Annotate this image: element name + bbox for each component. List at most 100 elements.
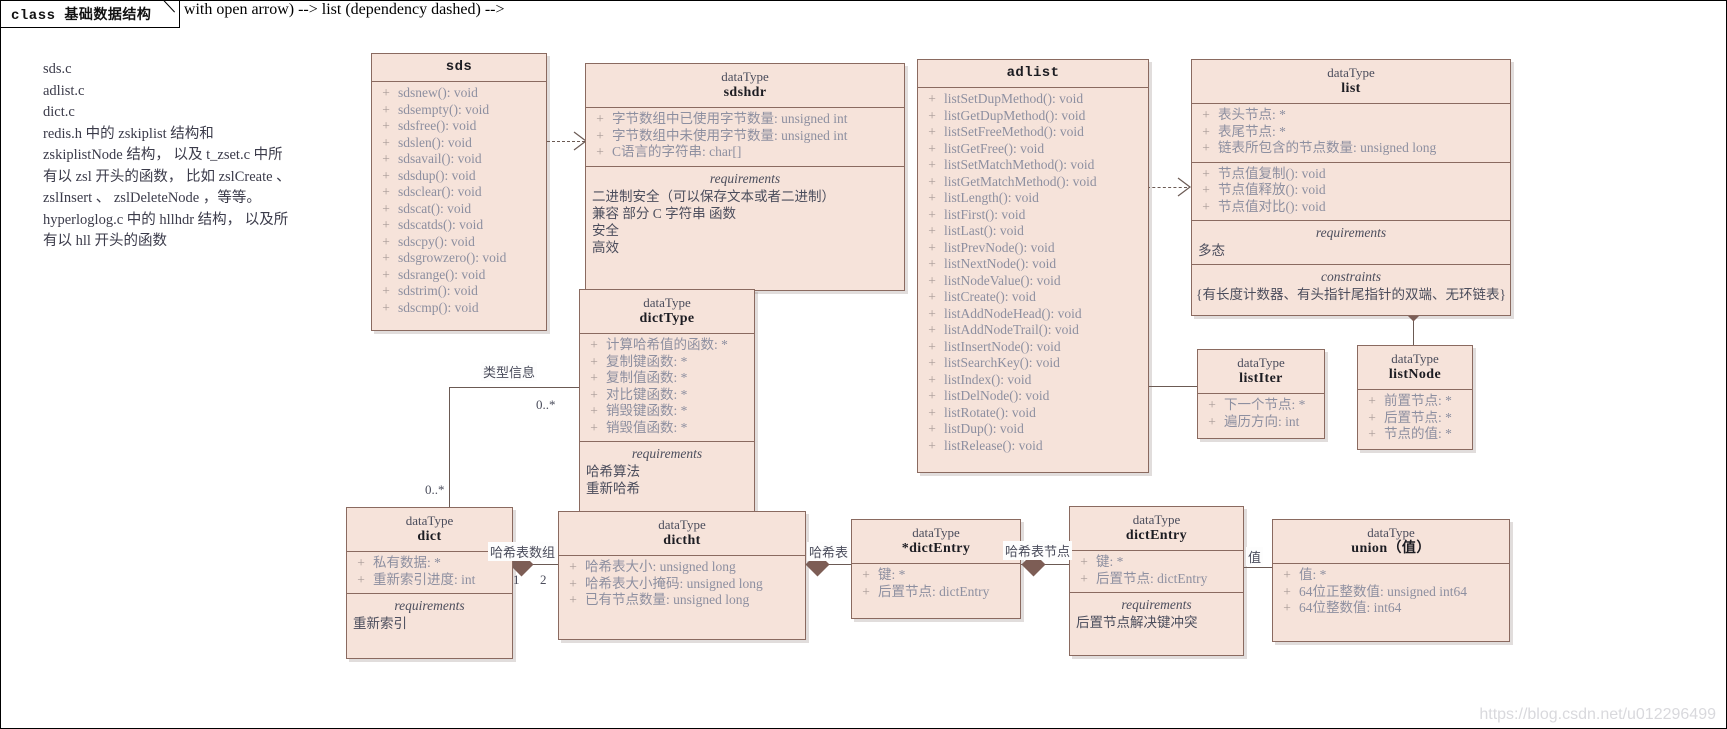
class-listiter[interactable]: dataType listIter + 下一个节点: * + 遍历方向: int xyxy=(1197,349,1325,439)
visibility-marker: + xyxy=(928,437,936,453)
class-list-header: dataType list xyxy=(1192,60,1510,104)
visibility-marker: + xyxy=(928,124,936,139)
requirement-line: 高效 xyxy=(592,239,619,255)
visibility-marker: + xyxy=(928,206,936,222)
member-label: 复制键函数: * xyxy=(606,353,688,369)
class-sds-header: sds xyxy=(372,54,546,82)
member-label: 64位整数值: int64 xyxy=(1299,600,1402,615)
visibility-marker: + xyxy=(1283,567,1291,582)
member-label: listDelNode(): void xyxy=(944,388,1050,403)
class-dictht[interactable]: dataType dictht + 哈希表大小: unsigned long + 哈… xyxy=(558,511,806,640)
class-adlist[interactable]: adlist + listSetDupMethod(): void + listGe… xyxy=(917,59,1149,473)
member-label: 节点值释放(): void xyxy=(1218,182,1326,197)
visibility-marker: + xyxy=(382,250,390,265)
member-row: + listAddNodeHead(): void xyxy=(920,306,1146,323)
class-dictentry-pointer-name: *dictEntry xyxy=(901,541,971,556)
member-row: + sdscat(): void xyxy=(374,201,544,218)
member-label: listLength(): void xyxy=(944,190,1039,205)
visibility-marker: + xyxy=(590,337,598,352)
class-union-attributes: + 值: * +64位正整数值: unsigned int64 +64位整数值: … xyxy=(1273,564,1509,641)
member-label: listPrevNode(): void xyxy=(944,239,1055,255)
edge-dicttype-elbow-top xyxy=(449,387,579,388)
member-row: + 节点值复制(): void xyxy=(1194,166,1508,183)
requirement-line: 二进制安全（可以保存文本或者二进制） xyxy=(592,188,835,204)
class-dicttype[interactable]: dataType dictType + 计算哈希值的函数: * + 复制键函数: *… xyxy=(579,289,755,520)
requirement-line: 多态 xyxy=(1198,243,1225,258)
class-dicttype-attributes: + 计算哈希值的函数: * + 复制键函数: * + 复制值函数: * + 对比键函数:… xyxy=(580,334,754,442)
visibility-marker: + xyxy=(928,388,936,403)
visibility-marker: + xyxy=(1208,413,1216,429)
member-row: + sdsavail(): void xyxy=(374,151,544,168)
member-label: listLast(): void xyxy=(944,223,1024,238)
class-dictht-header: dataType dictht xyxy=(559,512,805,556)
member-label: listNodeValue(): void xyxy=(944,272,1061,288)
visibility-marker: + xyxy=(928,107,936,123)
member-label: C语言的字符串: char[] xyxy=(612,144,742,159)
member-row: + listSearchKey(): void xyxy=(920,355,1146,372)
member-row: + listAddNodeTrail(): void xyxy=(920,322,1146,339)
edge-label-type-info: 类型信息 xyxy=(481,362,538,381)
scope-note: sds.c adlist.c dict.c redis.h 中的 zskipli… xyxy=(43,61,291,249)
visibility-marker: + xyxy=(569,559,577,574)
class-dicttype-stereotype: dataType xyxy=(643,295,691,310)
class-sds[interactable]: sds + sdsnew(): void + sdsempty(): void + s… xyxy=(371,53,547,331)
class-dictentry[interactable]: dataType dictEntry + 键: * + 后置节点: dictEntr… xyxy=(1069,506,1244,656)
visibility-marker: + xyxy=(382,283,390,298)
member-row: + sdsfree(): void xyxy=(374,118,544,135)
member-row: + C语言的字符串: char[] xyxy=(588,144,902,161)
member-label: sdsavail(): void xyxy=(398,151,482,166)
class-dict[interactable]: dataType dict + 私有数据: * + 重新索引进度: int requ… xyxy=(346,507,513,659)
mult-dicttype-top: 0..* xyxy=(536,397,556,412)
class-list-stereotype: dataType xyxy=(1327,65,1375,80)
class-dictentry-pointer[interactable]: dataType *dictEntry + 键: * + 后置节点: dictEnt… xyxy=(851,519,1021,619)
member-label: 哈希表大小: unsigned long xyxy=(585,559,736,574)
member-row: + listNodeValue(): void xyxy=(920,273,1146,290)
member-row: + 字节数组中已使用字节数量: unsigned int xyxy=(588,111,902,128)
member-label: 下一个节点: * xyxy=(1224,397,1306,412)
member-label: 对比键函数: * xyxy=(606,386,688,402)
member-label: sdsgrowzero(): void xyxy=(398,250,507,265)
member-row: + 节点的值: * xyxy=(1360,426,1470,443)
visibility-marker: + xyxy=(382,85,390,100)
class-union-stereotype: dataType xyxy=(1367,525,1415,540)
class-union[interactable]: dataType union（值） + 值: * +64位正整数值: unsign… xyxy=(1272,519,1510,642)
visibility-marker: + xyxy=(590,370,598,385)
class-dictentry-pointer-stereotype: dataType xyxy=(912,525,960,540)
edge-adlist-listiter xyxy=(1147,386,1197,387)
member-row: + 表头节点: * xyxy=(1194,107,1508,124)
member-row: + listSetDupMethod(): void xyxy=(920,91,1146,108)
member-row: + listRelease(): void xyxy=(920,438,1146,455)
member-label: listSetMatchMethod(): void xyxy=(944,157,1095,172)
class-sdshdr-name: sdshdr xyxy=(723,85,767,100)
visibility-marker: + xyxy=(1202,182,1210,197)
member-row: + listDelNode(): void xyxy=(920,388,1146,405)
diagram-canvas: class 基础数据结构 sds.c adlist.c dict.c redis… xyxy=(0,0,1727,729)
visibility-marker: + xyxy=(1283,583,1291,599)
class-sdshdr[interactable]: dataType sdshdr + 字节数组中已使用字节数量: unsigned … xyxy=(585,63,905,291)
member-row: + 后置节点: dictEntry xyxy=(1072,571,1241,588)
member-label: 节点的值: * xyxy=(1384,426,1452,441)
class-listnode[interactable]: dataType listNode + 前置节点: * + 后置节点: * + 节点的… xyxy=(1357,345,1473,450)
member-row: + sdsdup(): void xyxy=(374,168,544,185)
class-dicttype-name: dictType xyxy=(639,311,695,326)
visibility-marker: + xyxy=(1368,426,1376,441)
visibility-marker: + xyxy=(928,157,936,172)
class-listnode-header: dataType listNode xyxy=(1358,346,1472,390)
visibility-marker: + xyxy=(1202,107,1210,122)
visibility-marker: + xyxy=(382,233,390,249)
class-dict-name: dict xyxy=(417,529,442,544)
member-row: + 计算哈希值的函数: * xyxy=(582,337,752,354)
member-row: + listIndex(): void xyxy=(920,372,1146,389)
member-row: + listNextNode(): void xyxy=(920,256,1146,273)
visibility-marker: + xyxy=(928,223,936,238)
member-label: 计算哈希值的函数: * xyxy=(606,337,728,352)
visibility-marker: + xyxy=(928,239,936,255)
class-list[interactable]: dataType list + 表头节点: * + 表尾节点: * + 链表所包含的节… xyxy=(1191,59,1511,316)
class-listnode-stereotype: dataType xyxy=(1391,351,1439,366)
member-label: 表尾节点: * xyxy=(1218,123,1286,139)
member-row: + sdsgrowzero(): void xyxy=(374,250,544,267)
class-adlist-name: adlist xyxy=(1006,65,1060,81)
member-label: 销毁键函数: * xyxy=(606,403,688,418)
visibility-marker: + xyxy=(862,567,870,582)
watermark: https://blog.csdn.net/u012296499 xyxy=(1479,706,1716,723)
